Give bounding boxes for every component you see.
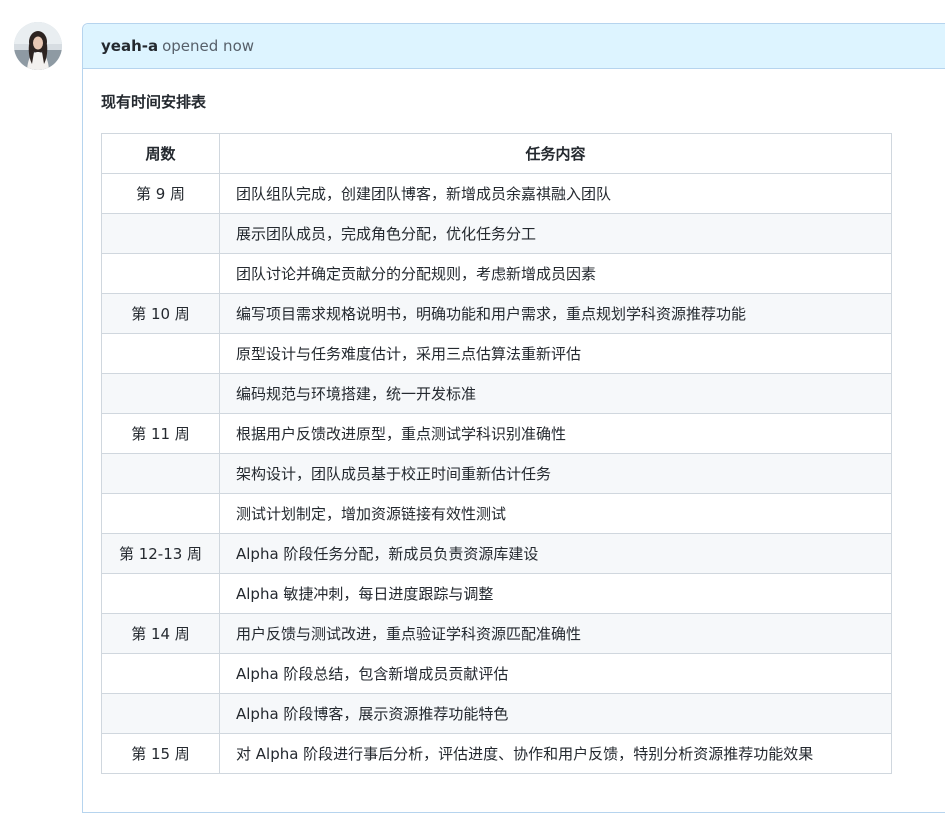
task-cell: 测试计划制定，增加资源链接有效性测试 bbox=[219, 493, 892, 534]
task-cell: 根据用户反馈改进原型，重点测试学科识别准确性 bbox=[219, 413, 892, 454]
table-row: Alpha 敏捷冲刺，每日进度跟踪与调整 bbox=[101, 573, 892, 614]
task-cell: 用户反馈与测试改进，重点验证学科资源匹配准确性 bbox=[219, 613, 892, 654]
table-row: 第 11 周 根据用户反馈改进原型，重点测试学科识别准确性 bbox=[101, 413, 892, 454]
table-row: 编码规范与环境搭建，统一开发标准 bbox=[101, 373, 892, 414]
week-cell bbox=[101, 573, 220, 614]
week-cell: 第 9 周 bbox=[101, 173, 220, 214]
table-row: Alpha 阶段总结，包含新增成员贡献评估 bbox=[101, 653, 892, 694]
task-cell: 团队讨论并确定贡献分的分配规则，考虑新增成员因素 bbox=[219, 253, 892, 294]
opened-status: opened now bbox=[162, 37, 255, 55]
task-cell: 原型设计与任务难度估计，采用三点估算法重新评估 bbox=[219, 333, 892, 374]
week-cell: 第 14 周 bbox=[101, 613, 220, 654]
week-cell bbox=[101, 493, 220, 534]
table-row: 第 9 周 团队组队完成，创建团队博客，新增成员余嘉祺融入团队 bbox=[101, 173, 892, 214]
schedule-table: 周数 任务内容 第 9 周 团队组队完成，创建团队博客，新增成员余嘉祺融入团队 … bbox=[101, 133, 892, 774]
week-cell: 第 12-13 周 bbox=[101, 533, 220, 574]
table-row: 第 14 周 用户反馈与测试改进，重点验证学科资源匹配准确性 bbox=[101, 613, 892, 654]
task-cell: Alpha 阶段总结，包含新增成员贡献评估 bbox=[219, 653, 892, 694]
week-cell: 第 11 周 bbox=[101, 413, 220, 454]
column-header-task: 任务内容 bbox=[219, 133, 892, 174]
task-cell: 架构设计，团队成员基于校正时间重新估计任务 bbox=[219, 453, 892, 494]
week-cell: 第 10 周 bbox=[101, 293, 220, 334]
task-cell: 编写项目需求规格说明书，明确功能和用户需求，重点规划学科资源推荐功能 bbox=[219, 293, 892, 334]
week-cell bbox=[101, 333, 220, 374]
table-row: 第 12-13 周 Alpha 阶段任务分配，新成员负责资源库建设 bbox=[101, 533, 892, 574]
table-row: 原型设计与任务难度估计，采用三点估算法重新评估 bbox=[101, 333, 892, 374]
task-cell: 展示团队成员，完成角色分配，优化任务分工 bbox=[219, 213, 892, 254]
author-link[interactable]: yeah-a bbox=[101, 37, 158, 55]
comment-header: yeah-a opened now bbox=[83, 24, 945, 69]
table-row: 第 10 周 编写项目需求规格说明书，明确功能和用户需求，重点规划学科资源推荐功… bbox=[101, 293, 892, 334]
week-cell bbox=[101, 693, 220, 734]
table-row: 第 15 周 对 Alpha 阶段进行事后分析，评估进度、协作和用户反馈，特别分… bbox=[101, 733, 892, 774]
avatar-portrait-icon bbox=[14, 22, 62, 70]
column-header-week: 周数 bbox=[101, 133, 220, 174]
task-cell: 团队组队完成，创建团队博客，新增成员余嘉祺融入团队 bbox=[219, 173, 892, 214]
task-cell: Alpha 敏捷冲刺，每日进度跟踪与调整 bbox=[219, 573, 892, 614]
comment-title: 现有时间安排表 bbox=[101, 93, 207, 111]
week-cell bbox=[101, 373, 220, 414]
task-cell: 编码规范与环境搭建，统一开发标准 bbox=[219, 373, 892, 414]
table-row: 架构设计，团队成员基于校正时间重新估计任务 bbox=[101, 453, 892, 494]
table-row: Alpha 阶段博客，展示资源推荐功能特色 bbox=[101, 693, 892, 734]
table-row: 测试计划制定，增加资源链接有效性测试 bbox=[101, 493, 892, 534]
week-cell bbox=[101, 653, 220, 694]
author-avatar[interactable] bbox=[14, 22, 62, 70]
task-cell: 对 Alpha 阶段进行事后分析，评估进度、协作和用户反馈，特别分析资源推荐功能… bbox=[219, 733, 892, 774]
week-cell bbox=[101, 453, 220, 494]
issue-comment: yeah-a opened now 现有时间安排表 周数 任务内容 第 9 周 … bbox=[82, 23, 945, 813]
table-header-row: 周数 任务内容 bbox=[101, 133, 892, 174]
task-cell: Alpha 阶段博客，展示资源推荐功能特色 bbox=[219, 693, 892, 734]
table-row: 团队讨论并确定贡献分的分配规则，考虑新增成员因素 bbox=[101, 253, 892, 294]
table-row: 展示团队成员，完成角色分配，优化任务分工 bbox=[101, 213, 892, 254]
task-cell: Alpha 阶段任务分配，新成员负责资源库建设 bbox=[219, 533, 892, 574]
week-cell: 第 15 周 bbox=[101, 733, 220, 774]
week-cell bbox=[101, 253, 220, 294]
week-cell bbox=[101, 213, 220, 254]
